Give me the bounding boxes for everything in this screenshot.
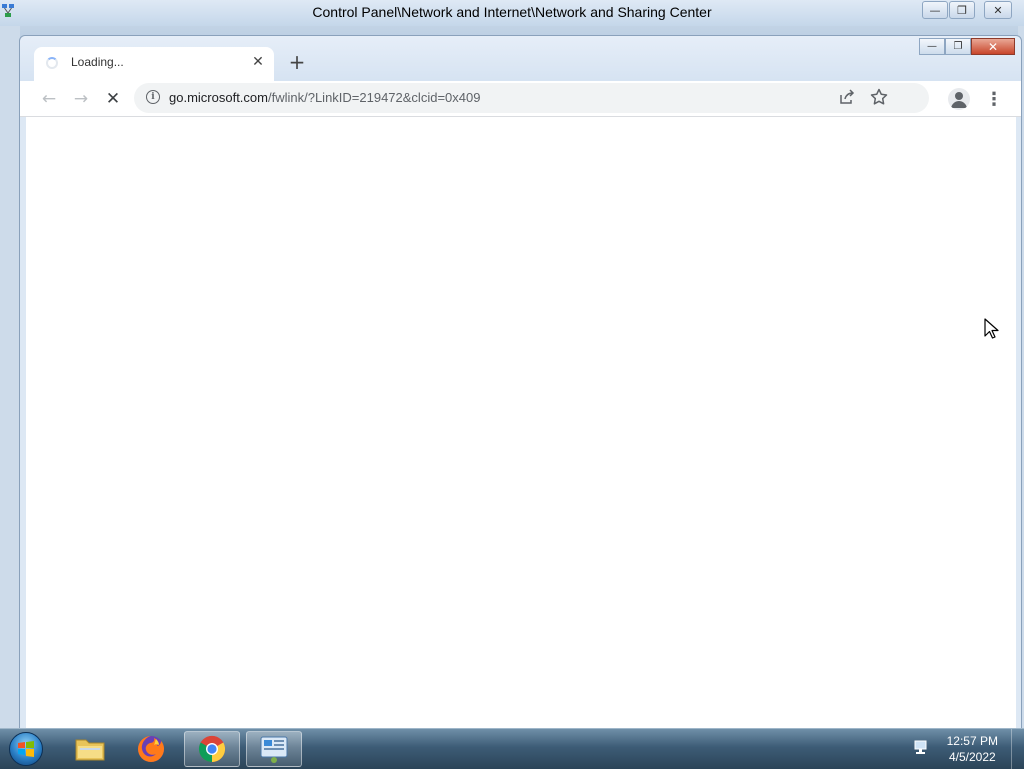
network-status-icon [914, 740, 927, 754]
back-button[interactable]: ← [37, 87, 61, 111]
close-icon: ✕ [987, 39, 999, 54]
network-tray-button[interactable] [912, 739, 930, 760]
start-button[interactable] [6, 731, 46, 767]
url-host: go.microsoft.com [169, 90, 268, 105]
taskbar-firefox[interactable] [123, 731, 179, 767]
stop-icon: ✕ [105, 89, 121, 109]
share-icon [840, 89, 855, 104]
new-tab-button[interactable]: + [286, 50, 308, 74]
star-icon [870, 88, 888, 105]
taskbar-chrome[interactable] [184, 731, 240, 767]
chrome-icon [198, 735, 226, 763]
minimize-icon: — [927, 41, 937, 52]
chrome-tabstrip: — ❐ ✕ Loading... ✕ + [20, 36, 1021, 81]
chrome-close-button[interactable]: ✕ [971, 38, 1015, 55]
address-bar[interactable]: i go.microsoft.com/fwlink/?LinkID=219472… [134, 83, 929, 113]
chrome-minimize-button[interactable]: — [919, 38, 945, 55]
minimize-icon: — [929, 3, 941, 17]
tab-loading[interactable]: Loading... ✕ [34, 47, 274, 81]
clock-time: 12:57 PM [946, 734, 998, 748]
taskbar-clock[interactable]: 12:57 PM 4/5/2022 [947, 733, 998, 765]
page-content[interactable] [26, 117, 1016, 730]
taskbar: 12:57 PM 4/5/2022 [0, 728, 1024, 769]
firefox-icon [138, 736, 164, 762]
forward-arrow-icon: → [73, 89, 89, 109]
close-button[interactable]: ✕ [984, 1, 1012, 19]
tab-title: Loading... [71, 55, 124, 69]
minimize-button[interactable]: — [922, 1, 948, 19]
chrome-window: — ❐ ✕ Loading... ✕ + ← → ✕ i go.microsof… [19, 35, 1022, 730]
mouse-cursor-icon [984, 318, 999, 339]
plus-icon: + [288, 50, 306, 74]
clock-date: 4/5/2022 [948, 750, 996, 764]
browser-toolbar: ← → ✕ i go.microsoft.com/fwlink/?LinkID=… [20, 81, 1021, 117]
profile-button[interactable] [948, 88, 970, 110]
chrome-window-controls: — ❐ ✕ [919, 38, 1015, 55]
restore-button[interactable]: ❐ [949, 1, 975, 19]
close-icon: ✕ [993, 3, 1003, 17]
site-info-icon[interactable]: i [146, 90, 160, 104]
show-desktop-button[interactable] [1011, 729, 1024, 769]
close-icon: ✕ [252, 54, 264, 70]
loading-spinner-icon [46, 57, 58, 69]
taskbar-explorer[interactable] [62, 731, 118, 767]
tab-close-button[interactable]: ✕ [250, 54, 266, 70]
control-panel-left-edge [0, 26, 20, 728]
folder-icon [75, 739, 105, 761]
share-button[interactable] [837, 87, 857, 110]
address-url[interactable]: go.microsoft.com/fwlink/?LinkID=219472&c… [169, 90, 480, 105]
restore-icon: ❐ [957, 3, 967, 17]
bookmark-button[interactable] [869, 87, 889, 110]
restore-icon: ❐ [953, 41, 963, 52]
url-path: /fwlink/?LinkID=219472&clcid=0x409 [267, 90, 481, 105]
profile-avatar-icon [951, 92, 967, 108]
chrome-restore-button[interactable]: ❐ [945, 38, 971, 55]
control-panel-icon [260, 736, 288, 763]
taskbar-control-panel[interactable] [246, 731, 302, 767]
stop-button[interactable]: ✕ [101, 87, 125, 111]
forward-button[interactable]: → [69, 87, 93, 111]
control-panel-title: Control Panel\Network and Internet\Netwo… [312, 4, 712, 20]
kebab-menu-icon: ⋮ [985, 88, 1003, 110]
back-arrow-icon: ← [41, 89, 57, 109]
windows-logo-icon [9, 732, 43, 766]
chrome-menu-button[interactable]: ⋮ [982, 87, 1006, 111]
control-panel-titlebar: Control Panel\Network and Internet\Netwo… [0, 0, 1024, 26]
